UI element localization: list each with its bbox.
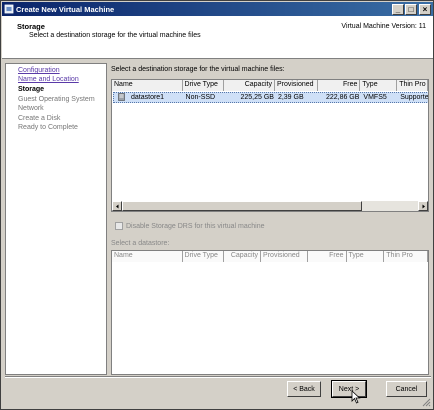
col-header-name[interactable]: Name	[112, 80, 183, 91]
datastore-free: 222,86 GB	[325, 94, 360, 101]
datastore-table[interactable]: Name Drive Type Capacity Provisioned Fre…	[111, 79, 429, 212]
select-datastore-label: Select a datastore:	[111, 240, 170, 247]
col-header-thin-2: Thin Pro	[384, 251, 428, 262]
col-header-thin[interactable]: Thin Pro	[397, 80, 428, 91]
col-header-capacity-2: Capacity	[224, 251, 262, 262]
wizard-header: Storage Select a destination storage for…	[2, 16, 433, 59]
datastore-drive-type: Non-SSD	[185, 94, 216, 101]
datastore-cluster-table: Name Drive Type Capacity Provisioned Fre…	[111, 250, 429, 375]
app-icon	[4, 4, 14, 14]
cancel-button[interactable]: Cancel	[386, 381, 427, 397]
nav-item-name-and-location[interactable]: Name and Location	[18, 76, 79, 83]
datastore-table-header: Name Drive Type Capacity Provisioned Fre…	[112, 80, 428, 91]
col-header-type[interactable]: Type	[360, 80, 398, 91]
vm-version-label: Virtual Machine Version: 11	[341, 23, 426, 30]
datastore-type: VMFS5	[363, 94, 387, 101]
wizard-steps-nav: Configuration Name and Location Storage …	[5, 63, 107, 375]
button-separator	[5, 376, 431, 378]
maximize-icon: □	[408, 4, 414, 14]
col-header-type-2: Type	[346, 251, 385, 262]
nav-item-network: Network	[18, 105, 44, 112]
datastore-name: datastore1	[131, 94, 165, 101]
main-panel: Select a destination storage for the vir…	[108, 63, 432, 375]
select-storage-label: Select a destination storage for the vir…	[111, 66, 285, 73]
datastore-icon	[118, 93, 125, 101]
datastore-capacity: 225,25 GB	[240, 94, 274, 101]
col-header-drive-type[interactable]: Drive Type	[182, 80, 225, 91]
col-header-free-2: Free	[307, 251, 347, 262]
nav-item-storage: Storage	[18, 86, 45, 93]
horizontal-scrollbar[interactable]	[112, 201, 428, 211]
back-button[interactable]: < Back	[287, 381, 321, 397]
scroll-left-icon[interactable]	[112, 201, 122, 211]
col-header-capacity[interactable]: Capacity	[224, 80, 275, 91]
window-title: Create New Virtual Machine	[16, 4, 115, 14]
nav-item-ready-to-complete: Ready to Complete	[18, 124, 78, 131]
minimize-icon: _	[395, 4, 401, 14]
table-row[interactable]: datastore1 Non-SSD 225,25 GB 2,39 GB 222…	[113, 92, 428, 103]
maximize-button[interactable]: □	[405, 3, 417, 15]
col-header-provisioned-2: Provisioned	[261, 251, 308, 262]
scrollbar-thumb[interactable]	[122, 201, 362, 211]
page-title: Storage	[17, 22, 45, 31]
page-subtitle: Select a destination storage for the vir…	[29, 32, 201, 39]
nav-item-create-disk: Create a Disk	[18, 115, 61, 122]
resize-grip-icon[interactable]	[421, 397, 431, 407]
cluster-table-header: Name Drive Type Capacity Provisioned Fre…	[112, 251, 428, 262]
minimize-button[interactable]: _	[392, 3, 404, 15]
datastore-thin: Supporte	[400, 94, 428, 101]
disable-storage-drs-label: Disable Storage DRS for this virtual mac…	[126, 222, 265, 230]
wizard-window: Create New Virtual Machine _ □ × Storage…	[0, 0, 434, 410]
scroll-right-icon[interactable]	[418, 201, 428, 211]
datastore-provisioned: 2,39 GB	[277, 94, 304, 101]
close-button[interactable]: ×	[419, 3, 431, 15]
disable-storage-drs-checkbox[interactable]	[115, 222, 123, 230]
col-header-free[interactable]: Free	[317, 80, 361, 91]
nav-item-configuration[interactable]: Configuration	[18, 67, 60, 74]
close-icon: ×	[422, 4, 428, 14]
nav-item-guest-os: Guest Operating System	[18, 96, 95, 103]
disable-storage-drs-option: Disable Storage DRS for this virtual mac…	[115, 222, 265, 230]
mouse-cursor-icon	[351, 390, 361, 404]
title-bar[interactable]: Create New Virtual Machine _ □ ×	[2, 2, 433, 16]
col-header-provisioned[interactable]: Provisioned	[274, 80, 318, 91]
col-header-drive-type-2: Drive Type	[182, 251, 225, 262]
col-header-name-2: Name	[112, 251, 183, 262]
